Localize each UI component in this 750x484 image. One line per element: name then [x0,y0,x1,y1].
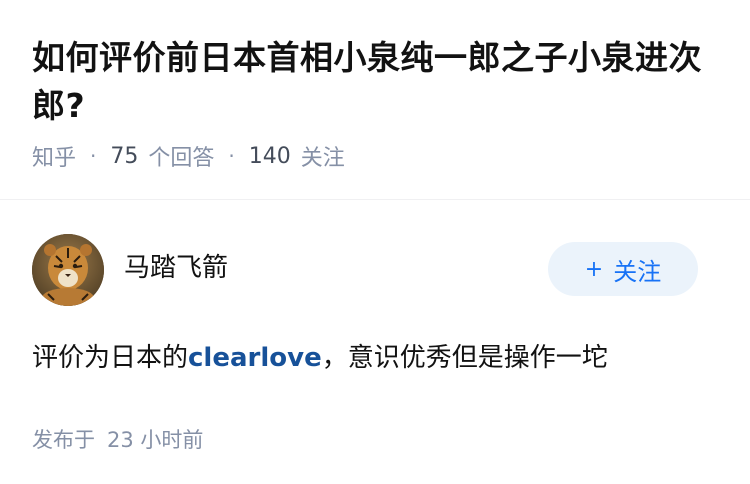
follow-count-label: 关注 [300,146,345,171]
avatar[interactable] [32,234,104,306]
question-meta: 知乎 · 75 个回答 · 140 关注 [32,140,718,172]
author-name[interactable]: 马踏飞箭 [124,247,228,284]
source-label[interactable]: 知乎 [32,140,76,172]
tiger-avatar-icon [32,234,104,306]
follow-count: 140 [248,143,291,169]
answer-count-label: 个回答 [148,146,215,171]
answer-link[interactable]: clearlove [188,343,322,373]
question-header: 如何评价前日本首相小泉纯一郎之子小泉进次郎? 知乎 · 75 个回答 · 140… [0,0,750,200]
question-title[interactable]: 如何评价前日本首相小泉纯一郎之子小泉进次郎? [32,34,718,130]
posted-prefix: 发布于 [32,428,95,452]
author-row: 马踏飞箭 + 关注 [32,234,718,306]
answer-card: 马踏飞箭 + 关注 评价为日本的clearlove，意识优秀但是操作一坨 发布于… [0,234,750,454]
posted-time: 23 小时前 [107,428,204,452]
answer-content[interactable]: 评价为日本的clearlove，意识优秀但是操作一坨 [32,338,718,378]
answer-text-after: ，意识优秀但是操作一坨 [321,343,608,373]
answer-count: 75 [110,143,139,169]
answer-meta: 发布于 23 小时前 [32,424,718,454]
plus-icon: + [584,256,604,282]
follow-button[interactable]: + 关注 [548,242,698,296]
separator-dot: · [228,144,235,168]
answer-text-before: 评价为日本的 [32,343,189,373]
separator-dot: · [90,144,97,168]
follow-button-label: 关注 [613,257,662,286]
